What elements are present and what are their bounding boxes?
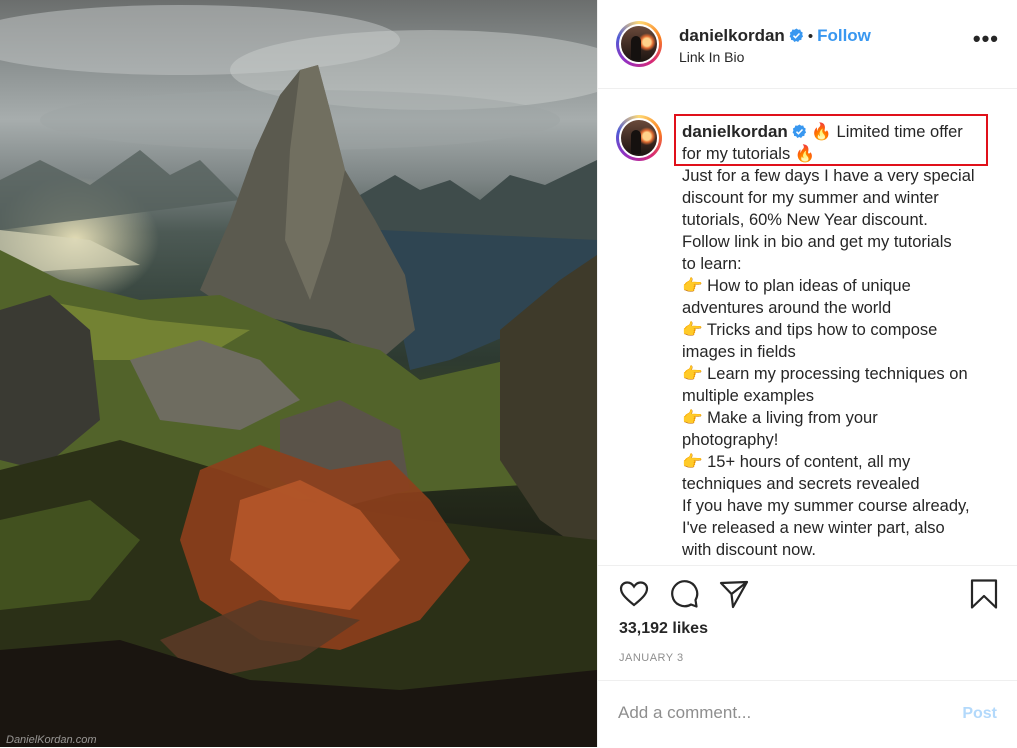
bookmark-icon[interactable] [968,578,1000,610]
caption-line-1: danielkordan 🔥 Limited time offer [682,121,1002,143]
caption-avatar[interactable] [616,115,662,161]
follow-button[interactable]: Follow [817,26,871,45]
comment-bar: Post [598,680,1017,748]
caption-text-line: 🔥 Limited time offer [806,123,963,141]
post-header: danielkordan • Follow Link In Bio ••• [598,0,1017,89]
post-caption-area: danielkordan 🔥 Limited time offer for my… [598,89,1017,565]
header-title-row: danielkordan • Follow [679,26,871,46]
caption-text-line: techniques and secrets revealed [682,475,920,493]
caption-text-line: Just for a few days I have a very specia… [682,167,975,185]
heart-icon[interactable] [618,578,650,610]
caption-text-line: for my tutorials 🔥 [682,145,816,163]
post-comment-button[interactable]: Post [962,705,997,723]
comment-icon[interactable] [668,578,700,610]
avatar-image [619,118,659,158]
photo-watermark: DanielKordan.com [6,734,97,746]
more-options-icon[interactable]: ••• [973,28,999,50]
caption-username[interactable]: danielkordan [682,122,788,141]
header-separator: • [807,28,814,45]
caption-text-line: 👉 How to plan ideas of unique [682,277,911,295]
avatar-image [619,24,659,64]
post-side-panel: danielkordan • Follow Link In Bio ••• dani… [597,0,1017,747]
caption-text-line: to learn: [682,255,742,273]
instagram-post-view: DanielKordan.com danielkordan • Follow Lin… [0,0,1017,747]
likes-count[interactable]: 33,192 likes [619,620,708,638]
landscape-illustration [0,5,597,747]
caption-text-line: 👉 Learn my processing techniques on [682,365,968,383]
post-date[interactable]: JANUARY 3 [619,652,684,664]
caption-text-line: multiple examples [682,387,815,405]
caption-text-line: I've released a new winter part, also [682,519,945,537]
caption-text-line: 👉 15+ hours of content, all my [682,453,911,471]
caption-text-line: 👉 Make a living from your [682,409,878,427]
caption-text-line: 👉 Tricks and tips how to compose [682,321,938,339]
share-icon[interactable] [718,578,750,610]
caption-text-line: with discount now. [682,541,816,559]
caption-text-line: adventures around the world [682,299,892,317]
header-avatar[interactable] [616,21,662,67]
comment-input[interactable] [618,703,938,723]
caption-text-line: Follow link in bio and get my tutorials [682,233,952,251]
header-subtitle[interactable]: Link In Bio [679,49,744,65]
post-actions: 33,192 likes JANUARY 3 Post [598,565,1017,747]
caption-text-line: photography! [682,431,779,449]
caption-text: danielkordan 🔥 Limited time offer for my… [682,121,1002,561]
caption-text-line: If you have my summer course already, [682,497,970,515]
post-photo[interactable]: DanielKordan.com [0,0,597,747]
caption-text-line: tutorials, 60% New Year discount. [682,211,928,229]
verified-badge-icon [789,28,803,42]
caption-text-line: images in fields [682,343,796,361]
verified-badge-icon [792,124,806,138]
header-username[interactable]: danielkordan [679,26,785,45]
caption-text-line: discount for my summer and winter [682,189,939,207]
